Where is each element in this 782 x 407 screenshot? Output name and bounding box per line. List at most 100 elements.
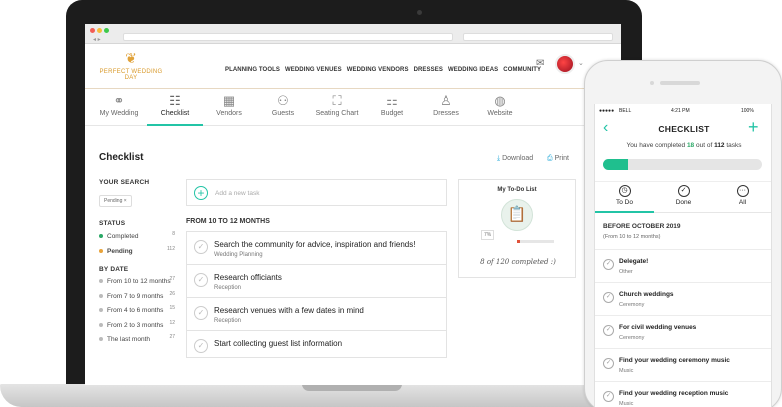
todo-completed-text: 8 of 120 completed :): [480, 258, 556, 266]
header-divider: [85, 88, 621, 89]
list-item[interactable]: ✓ Find your wedding reception music Music: [595, 381, 771, 407]
check-icon[interactable]: ✓: [603, 259, 614, 270]
active-tab-indicator: [147, 124, 203, 126]
date-heading: BY DATE: [99, 266, 129, 273]
rings-icon: ⚭: [113, 93, 125, 108]
list-item[interactable]: ✓ Find your wedding ceremony music Music: [595, 348, 771, 381]
dress-icon: ♙: [440, 93, 452, 108]
clipboard-icon: 📋: [501, 199, 533, 231]
phone-tabs: ◷ To Do ✓ Done ··· All: [595, 181, 771, 213]
status-heading: STATUS: [99, 220, 126, 227]
site-logo[interactable]: ❦ PERFECT WEDDING DAY: [94, 50, 168, 86]
task-row[interactable]: ✓ Research officiants Reception: [186, 265, 447, 298]
clock-icon: ◷: [618, 185, 631, 197]
page-title: Checklist: [99, 152, 144, 163]
address-bar[interactable]: [123, 33, 453, 41]
todo-progress-bar: [517, 240, 554, 243]
list-item[interactable]: ✓ For civil wedding venues Ceremony: [595, 315, 771, 348]
nav-wedding-vendors[interactable]: WEDDING VENDORS: [347, 67, 409, 73]
check-icon[interactable]: ✓: [194, 306, 208, 320]
mail-icon[interactable]: ✉: [536, 58, 544, 69]
browser-back-forward-icon[interactable]: ◂ ▸: [93, 36, 101, 43]
todo-summary-card: My To-Do List 📋 7% 8 of 120 completed :): [458, 179, 576, 278]
phone-progress-bar: [603, 159, 762, 170]
tab-all[interactable]: ··· All: [713, 185, 771, 206]
phone-title: CHECKLIST: [658, 124, 710, 134]
status-dot: [99, 234, 103, 239]
nav-dresses[interactable]: DRESSES: [414, 67, 443, 73]
download-button[interactable]: ⤓ Download: [497, 155, 533, 163]
check-icon[interactable]: ✓: [194, 339, 208, 353]
chevron-down-icon[interactable]: ⌄: [578, 59, 584, 67]
date-filter-4-6[interactable]: From 4 to 6 months 15: [99, 304, 179, 319]
add-task-input[interactable]: Add a new task: [215, 190, 259, 197]
date-filter-10-12[interactable]: From 10 to 12 months 27: [99, 275, 179, 290]
avatar[interactable]: [555, 54, 575, 74]
add-task-box[interactable]: + Add a new task: [186, 179, 447, 206]
todo-percent: 7%: [481, 230, 495, 240]
list-item[interactable]: ✓ Church weddings Ceremony: [595, 282, 771, 315]
tab-vendors[interactable]: ▦ Vendors: [199, 92, 259, 117]
maximize-dot[interactable]: [104, 28, 109, 33]
tab-budget[interactable]: ⚏ Budget: [362, 92, 422, 117]
check-icon[interactable]: ✓: [194, 273, 208, 287]
phone-task-list: ✓ Delegate! Other ✓ Church weddings Ceremony…: [595, 249, 771, 407]
date-filter-2-3[interactable]: From 2 to 3 months 12: [99, 319, 179, 334]
seating-icon: ⛶: [332, 93, 342, 108]
tab-dresses[interactable]: ♙ Dresses: [416, 92, 476, 117]
check-icon: ✓: [677, 185, 690, 197]
nav-wedding-venues[interactable]: WEDDING VENUES: [285, 67, 342, 73]
planner-tabs: ⚭ My Wedding ☷ Checklist ▦ Vendors ⚇ Guests …: [85, 90, 621, 126]
tab-seating-chart[interactable]: ⛶ Seating Chart: [307, 92, 367, 117]
close-dot[interactable]: [90, 28, 95, 33]
date-filter-7-9[interactable]: From 7 to 9 months 26: [99, 290, 179, 305]
search-heading: YOUR SEARCH: [99, 179, 150, 186]
task-row[interactable]: ✓ Search the community for advice, inspir…: [186, 231, 447, 265]
tab-checklist[interactable]: ☷ Checklist: [145, 92, 205, 117]
print-icon: ⎙: [547, 155, 553, 162]
browser-chrome: ◂ ▸: [85, 24, 621, 44]
tab-website[interactable]: ◍ Website: [470, 92, 530, 117]
check-icon[interactable]: ✓: [194, 240, 208, 254]
camera: [417, 10, 422, 15]
list-item[interactable]: ✓ Delegate! Other: [595, 249, 771, 282]
laptop-screen: ◂ ▸ ❦ PERFECT WEDDING DAY PLANNING TOOLS…: [85, 24, 621, 385]
task-row[interactable]: ✓ Start collecting guest list information: [186, 331, 447, 358]
plus-icon[interactable]: +: [194, 186, 208, 200]
filter-sidebar: YOUR SEARCH Pending × STATUS Completed 8 …: [99, 179, 179, 348]
section-title: FROM 10 TO 12 MONTHS: [186, 218, 270, 225]
check-icon[interactable]: ✓: [603, 292, 614, 303]
status-pending[interactable]: Pending 112: [99, 245, 179, 260]
check-icon[interactable]: ✓: [603, 358, 614, 369]
task-row[interactable]: ✓ Research venues with a few dates in min…: [186, 298, 447, 331]
task-list: ✓ Search the community for advice, inspir…: [186, 231, 447, 358]
battery-level: 100%: [741, 108, 754, 114]
people-icon: ⚇: [277, 93, 289, 108]
minimize-dot[interactable]: [97, 28, 102, 33]
check-icon[interactable]: ✓: [603, 325, 614, 336]
search-chip[interactable]: Pending ×: [99, 195, 132, 207]
store-icon: ▦: [222, 93, 236, 108]
phone-progress-fill: [603, 159, 629, 170]
date-filter-last-month[interactable]: The last month 27: [99, 333, 179, 348]
nav-planning-tools[interactable]: PLANNING TOOLS: [225, 67, 280, 73]
browser-search-bar[interactable]: [463, 33, 613, 41]
nav-wedding-ideas[interactable]: WEDDING IDEAS: [448, 67, 498, 73]
phone-status-bar: ●●●●● BELL 4:21 PM 100%: [595, 104, 771, 116]
add-icon[interactable]: +: [748, 117, 759, 138]
rings-logo-icon: ❦: [125, 50, 137, 66]
status-dot: [99, 248, 103, 253]
check-icon[interactable]: ✓: [603, 391, 614, 402]
phone-nav-bar: ‹ CHECKLIST +: [595, 116, 771, 140]
tab-done[interactable]: ✓ Done: [654, 185, 713, 206]
more-icon: ···: [736, 185, 749, 197]
phone-sensor: [650, 81, 654, 85]
clock: 4:21 PM: [671, 108, 690, 114]
tab-to-do[interactable]: ◷ To Do: [595, 185, 654, 206]
phone-active-tab-indicator: [595, 211, 654, 213]
phone-group-heading: BEFORE OCTOBER 2019: [603, 223, 681, 230]
phone-group-sub: (From 10 to 12 months): [603, 234, 661, 240]
print-button[interactable]: ⎙ Print: [547, 155, 569, 163]
tab-guests[interactable]: ⚇ Guests: [253, 92, 313, 117]
tab-my-wedding[interactable]: ⚭ My Wedding: [89, 92, 149, 117]
